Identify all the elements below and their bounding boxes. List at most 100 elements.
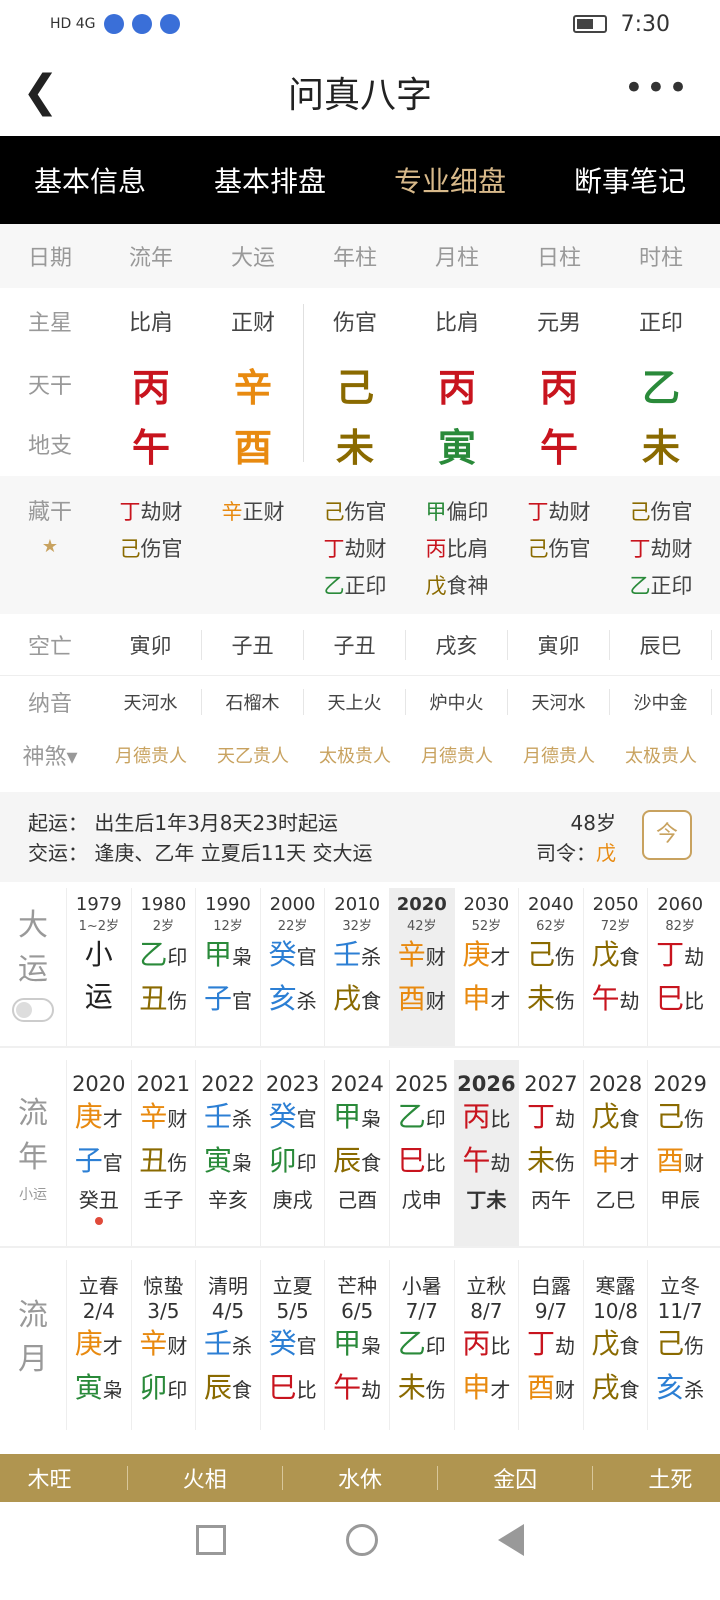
liuyue-date: 7/7 bbox=[405, 1299, 438, 1323]
liunian-col[interactable]: 2025 乙印 巳比 戊申 bbox=[388, 1060, 454, 1246]
more-icon[interactable]: ••• bbox=[624, 68, 690, 108]
dizhi-label: 地支 bbox=[27, 434, 72, 459]
liunian-col[interactable]: 2029 己伤 酉财 甲辰 bbox=[647, 1060, 712, 1246]
canggan-item: 丁劫财 bbox=[119, 500, 183, 524]
ganzhi-line: 辛财 bbox=[397, 938, 446, 971]
ganzhi-line: 丑伤 bbox=[139, 1144, 188, 1177]
dayun-year: 1979 bbox=[75, 894, 122, 915]
dayun-age: 1~2岁 bbox=[78, 919, 120, 934]
dayun-col[interactable]: 2050 72岁 戊食 午劫 bbox=[582, 888, 648, 1046]
shensha-cell[interactable]: 天乙贵人 bbox=[202, 742, 304, 768]
clock: 7:30 bbox=[620, 11, 670, 37]
shensha-cell[interactable]: 太极贵人 bbox=[610, 742, 712, 768]
liunian-col[interactable]: 2020 庚才 子官 癸丑 bbox=[66, 1060, 131, 1246]
pillar-gan: 丙 bbox=[539, 365, 578, 410]
liunian-xiaoyun: 癸丑 bbox=[78, 1188, 119, 1212]
liunian-col[interactable]: 2024 甲枭 辰食 己酉 bbox=[324, 1060, 389, 1246]
shensha-cell[interactable]: 月德贵人 bbox=[406, 742, 508, 768]
dayun-col[interactable]: 2010 32岁 壬杀 戌食 bbox=[324, 888, 389, 1046]
dayun-col[interactable]: 2030 52岁 庚才 申才 bbox=[453, 888, 519, 1046]
tab-basic-info[interactable]: 基本信息 bbox=[34, 160, 146, 200]
liunian-col[interactable]: 2021 辛财 丑伤 壬子 bbox=[130, 1060, 196, 1246]
ganzhi-line: 子官 bbox=[74, 1144, 123, 1177]
canggan-item: 辛正财 bbox=[221, 500, 285, 524]
age-value: 48岁 bbox=[570, 811, 616, 835]
liuyue-col[interactable]: 清明 4/5 壬杀 辰食 bbox=[195, 1260, 260, 1430]
shensha-label[interactable]: 神煞▾ bbox=[0, 739, 100, 771]
pin-icon[interactable]: ★ bbox=[0, 536, 100, 557]
ganzhi-line: 癸官 bbox=[268, 1100, 317, 1133]
ganzhi-line: 乙印 bbox=[139, 938, 188, 971]
liunian-col[interactable]: 2028 戊食 申才 乙巳 bbox=[582, 1060, 648, 1246]
tab-bar: 基本信息 基本排盘 专业细盘 断事笔记 bbox=[0, 136, 720, 224]
kongwang-label: 空亡 bbox=[27, 634, 72, 660]
dayun-col[interactable]: 1979 1~2岁小运 bbox=[66, 888, 131, 1046]
liuyue-term: 惊蛰 bbox=[143, 1274, 184, 1298]
dayun-year: 1980 bbox=[140, 894, 187, 915]
back-icon[interactable]: ❮ bbox=[22, 66, 59, 117]
liuyue-col[interactable]: 白露 9/7 丁劫 酉财 bbox=[518, 1260, 583, 1430]
liuyue-col[interactable]: 惊蛰 3/5 辛财 卯印 bbox=[130, 1260, 196, 1430]
header-0: 日期 bbox=[27, 246, 72, 271]
canggan-item: 丁劫财 bbox=[527, 500, 591, 524]
qiyun-line2: 交运： 逢庚、乙年 立夏后11天 交大运 bbox=[28, 841, 373, 865]
canggan-item: 甲偏印 bbox=[425, 500, 489, 524]
tab-basic-chart[interactable]: 基本排盘 bbox=[214, 160, 326, 200]
back-nav-icon[interactable] bbox=[498, 1524, 524, 1556]
shensha-cell[interactable]: 月德贵人 bbox=[100, 742, 202, 768]
recent-apps-icon[interactable] bbox=[196, 1525, 226, 1555]
ganzhi-line: 壬杀 bbox=[203, 1100, 252, 1133]
shensha-cell[interactable]: 月德贵人 bbox=[508, 742, 610, 768]
liunian-col[interactable]: 2022 壬杀 寅枭 辛亥 bbox=[195, 1060, 260, 1246]
ganzhi-line: 辛财 bbox=[139, 1100, 188, 1133]
ganzhi-line: 申才 bbox=[591, 1144, 640, 1177]
canggan-col: 己伤官 丁劫财 乙正印 bbox=[610, 494, 712, 614]
dayun-year: 2060 bbox=[657, 894, 704, 915]
pillar-gan: 辛 bbox=[233, 365, 272, 410]
liuyue-col[interactable]: 立秋 8/7 丙比 申才 bbox=[453, 1260, 519, 1430]
ganzhi-line: 戊食 bbox=[591, 1100, 640, 1133]
tab-notes[interactable]: 断事笔记 bbox=[574, 160, 686, 200]
ganzhi-line: 午劫 bbox=[591, 982, 640, 1015]
column-header: 日期 流年 大运 年柱 月柱 日柱 时柱 bbox=[0, 224, 720, 288]
dayun-col[interactable]: 2000 22岁 癸官 亥杀 bbox=[259, 888, 325, 1046]
pillar-zhi: 未 bbox=[641, 425, 680, 470]
liunian-col[interactable]: 2023 癸官 卯印 庚戌 bbox=[259, 1060, 325, 1246]
dayun-col[interactable]: 2040 62岁 己伤 未伤 bbox=[518, 888, 583, 1046]
dayun-age: 82岁 bbox=[665, 919, 695, 934]
dayun-col[interactable]: 2060 82岁 丁劫 巳比 bbox=[647, 888, 712, 1046]
liunian-xiaoyun: 庚戌 bbox=[272, 1188, 313, 1212]
dayun-section: 大运 1979 1~2岁小运 1980 2岁 乙印 丑伤 1990 12岁 甲枭 子官 2000 22… bbox=[0, 888, 720, 1048]
calendar-icon[interactable]: 今 bbox=[642, 810, 692, 860]
liunian-xiaoyun: 己酉 bbox=[337, 1188, 378, 1212]
liunian-col[interactable]: 2027 丁劫 未伤 丙午 bbox=[518, 1060, 583, 1246]
dayun-col[interactable]: 1990 12岁 甲枭 子官 bbox=[195, 888, 260, 1046]
dayun-year: 1990 bbox=[205, 894, 251, 915]
toggle-switch[interactable] bbox=[12, 998, 54, 1022]
canggan-item: 乙正印 bbox=[323, 574, 387, 598]
dayun-col[interactable]: 2020 42岁 辛财 酉财 bbox=[388, 888, 454, 1046]
liuyue-col[interactable]: 芒种 6/5 甲枭 午劫 bbox=[324, 1260, 389, 1430]
dayun-col[interactable]: 1980 2岁 乙印 丑伤 bbox=[130, 888, 196, 1046]
liuyue-col[interactable]: 立夏 5/5 癸官 巳比 bbox=[259, 1260, 325, 1430]
ganzhi-line: 乙印 bbox=[397, 1327, 446, 1360]
liunian-year: 2027 bbox=[524, 1072, 578, 1096]
pillar-star: 元男 bbox=[536, 311, 581, 336]
canggan-item: 丁劫财 bbox=[323, 537, 387, 561]
dayun-age: 52岁 bbox=[471, 919, 502, 934]
home-icon[interactable] bbox=[346, 1524, 378, 1556]
shensha-row: 神煞▾ 月德贵人 天乙贵人 太极贵人 月德贵人 月德贵人 太极贵人 bbox=[0, 728, 720, 782]
shensha-cell[interactable]: 太极贵人 bbox=[304, 742, 406, 768]
liuyue-section: 流月 立春 2/4 庚才 寅枭 惊蛰 3/5 辛财 卯印 清明 4/5 壬杀 辰食 立夏 5/5 癸官 巳比芒… bbox=[0, 1260, 720, 1430]
liuyue-col[interactable]: 立冬 11/7 己伤 亥杀 bbox=[647, 1260, 712, 1430]
liuyue-col[interactable]: 寒露 10/8 戊食 戌食 bbox=[582, 1260, 648, 1430]
liuyue-col[interactable]: 立春 2/4 庚才 寅枭 bbox=[66, 1260, 131, 1430]
kongwang-cell: 寅卯 bbox=[100, 629, 202, 660]
liuyue-term: 立秋 bbox=[466, 1274, 507, 1298]
canggan-col: 辛正财 bbox=[202, 494, 304, 614]
liuyue-term: 白露 bbox=[530, 1274, 571, 1298]
liuyue-col[interactable]: 小暑 7/7 乙印 未伤 bbox=[388, 1260, 454, 1430]
tab-pro-chart[interactable]: 专业细盘 bbox=[394, 160, 506, 200]
liunian-xiaoyun: 甲辰 bbox=[660, 1188, 701, 1212]
liunian-col[interactable]: 2026 丙比 午劫 丁未 bbox=[453, 1060, 519, 1246]
